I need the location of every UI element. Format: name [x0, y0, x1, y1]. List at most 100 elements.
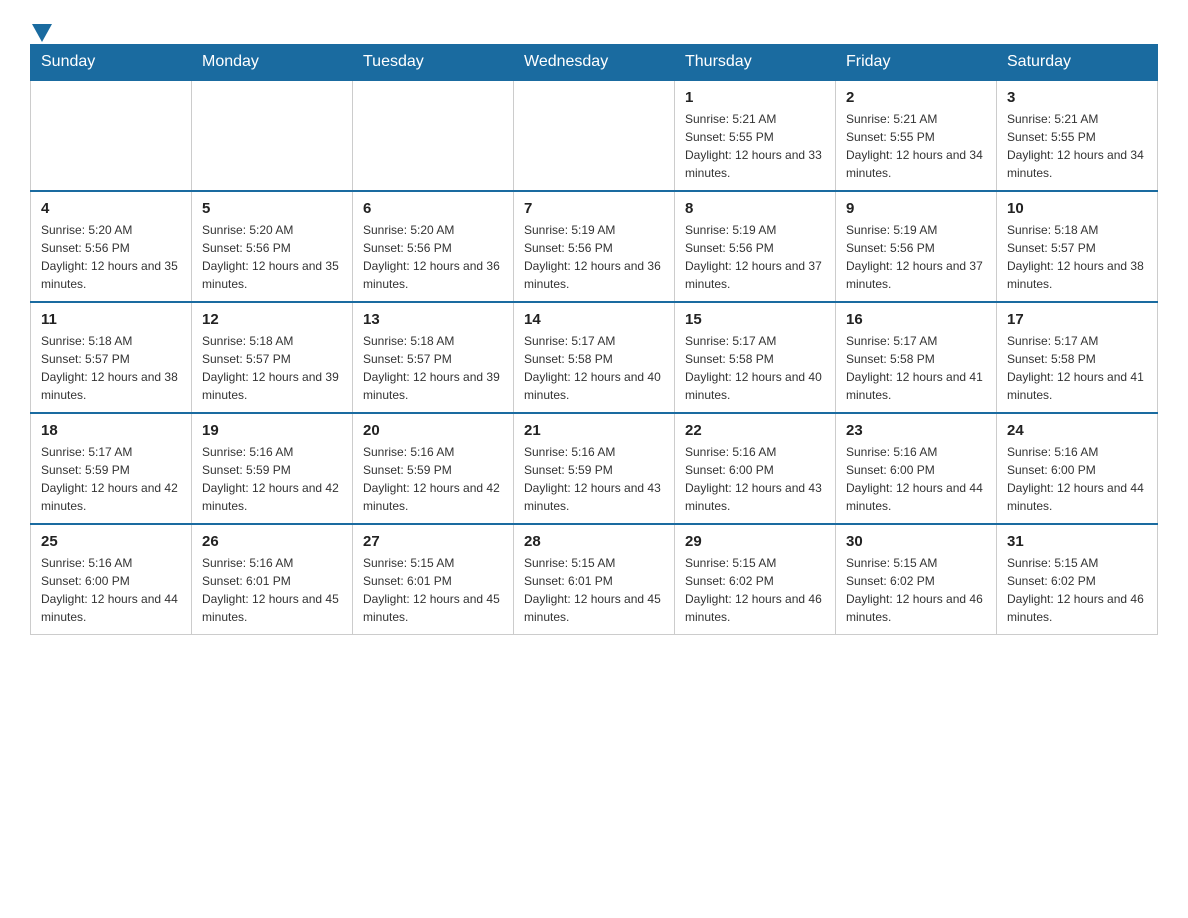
table-row: 21 Sunrise: 5:16 AMSunset: 5:59 PMDayligh… — [514, 413, 675, 524]
day-number: 7 — [524, 200, 664, 217]
day-info: Sunrise: 5:19 AMSunset: 5:56 PMDaylight:… — [685, 221, 825, 293]
day-number: 9 — [846, 200, 986, 217]
table-row: 25 Sunrise: 5:16 AMSunset: 6:00 PMDayligh… — [31, 524, 192, 635]
col-tuesday: Tuesday — [353, 45, 514, 81]
day-info: Sunrise: 5:17 AMSunset: 5:58 PMDaylight:… — [846, 332, 986, 404]
table-row: 11 Sunrise: 5:18 AMSunset: 5:57 PMDayligh… — [31, 302, 192, 413]
day-number: 17 — [1007, 311, 1147, 328]
table-row: 28Sunrise: 5:15 AMSunset: 6:01 PMDayligh… — [514, 524, 675, 635]
day-info: Sunrise: 5:18 AMSunset: 5:57 PMDaylight:… — [41, 332, 181, 404]
table-row — [514, 80, 675, 191]
day-info: Sunrise: 5:18 AMSunset: 5:57 PMDaylight:… — [202, 332, 342, 404]
day-info: Sunrise: 5:16 AMSunset: 5:59 PMDaylight:… — [202, 443, 342, 515]
day-info: Sunrise: 5:16 AMSunset: 5:59 PMDaylight:… — [524, 443, 664, 515]
calendar-week-row: 25 Sunrise: 5:16 AMSunset: 6:00 PMDayligh… — [31, 524, 1158, 635]
logo-triangle-icon — [32, 24, 52, 42]
day-number: 29 — [685, 533, 825, 550]
day-info: Sunrise: 5:15 AMSunset: 6:01 PMDaylight:… — [363, 554, 503, 626]
day-info: Sunrise: 5:17 AMSunset: 5:59 PMDaylight:… — [41, 443, 181, 515]
table-row: 24 Sunrise: 5:16 AMSunset: 6:00 PMDayligh… — [997, 413, 1158, 524]
day-info: Sunrise: 5:15 AMSunset: 6:02 PMDaylight:… — [685, 554, 825, 626]
day-number: 2 — [846, 89, 986, 106]
table-row: 9 Sunrise: 5:19 AMSunset: 5:56 PMDaylight… — [836, 191, 997, 302]
col-saturday: Saturday — [997, 45, 1158, 81]
table-row: 13 Sunrise: 5:18 AMSunset: 5:57 PMDayligh… — [353, 302, 514, 413]
day-number: 11 — [41, 311, 181, 328]
table-row: 6 Sunrise: 5:20 AMSunset: 5:56 PMDaylight… — [353, 191, 514, 302]
table-row: 29 Sunrise: 5:15 AMSunset: 6:02 PMDayligh… — [675, 524, 836, 635]
table-row: 4 Sunrise: 5:20 AMSunset: 5:56 PMDaylight… — [31, 191, 192, 302]
col-friday: Friday — [836, 45, 997, 81]
day-info: Sunrise: 5:16 AMSunset: 5:59 PMDaylight:… — [363, 443, 503, 515]
day-info: Sunrise: 5:17 AMSunset: 5:58 PMDaylight:… — [685, 332, 825, 404]
table-row: 10 Sunrise: 5:18 AMSunset: 5:57 PMDayligh… — [997, 191, 1158, 302]
day-info: Sunrise: 5:16 AMSunset: 6:00 PMDaylight:… — [685, 443, 825, 515]
col-wednesday: Wednesday — [514, 45, 675, 81]
table-row: 17Sunrise: 5:17 AMSunset: 5:58 PMDayligh… — [997, 302, 1158, 413]
day-number: 6 — [363, 200, 503, 217]
logo — [30, 20, 54, 34]
table-row: 3 Sunrise: 5:21 AMSunset: 5:55 PMDaylight… — [997, 80, 1158, 191]
day-info: Sunrise: 5:15 AMSunset: 6:02 PMDaylight:… — [846, 554, 986, 626]
day-number: 16 — [846, 311, 986, 328]
day-number: 30 — [846, 533, 986, 550]
calendar-week-row: 1 Sunrise: 5:21 AMSunset: 5:55 PMDaylight… — [31, 80, 1158, 191]
calendar-week-row: 4 Sunrise: 5:20 AMSunset: 5:56 PMDaylight… — [31, 191, 1158, 302]
calendar-table: Sunday Monday Tuesday Wednesday Thursday… — [30, 44, 1158, 635]
day-info: Sunrise: 5:21 AMSunset: 5:55 PMDaylight:… — [685, 110, 825, 182]
day-info: Sunrise: 5:20 AMSunset: 5:56 PMDaylight:… — [41, 221, 181, 293]
table-row: 23Sunrise: 5:16 AMSunset: 6:00 PMDayligh… — [836, 413, 997, 524]
col-sunday: Sunday — [31, 45, 192, 81]
table-row: 30 Sunrise: 5:15 AMSunset: 6:02 PMDayligh… — [836, 524, 997, 635]
day-number: 1 — [685, 89, 825, 106]
table-row: 15 Sunrise: 5:17 AMSunset: 5:58 PMDayligh… — [675, 302, 836, 413]
day-info: Sunrise: 5:18 AMSunset: 5:57 PMDaylight:… — [363, 332, 503, 404]
day-info: Sunrise: 5:16 AMSunset: 6:01 PMDaylight:… — [202, 554, 342, 626]
day-number: 27 — [363, 533, 503, 550]
day-number: 24 — [1007, 422, 1147, 439]
day-info: Sunrise: 5:16 AMSunset: 6:00 PMDaylight:… — [1007, 443, 1147, 515]
day-number: 19 — [202, 422, 342, 439]
day-number: 22 — [685, 422, 825, 439]
col-monday: Monday — [192, 45, 353, 81]
table-row: 16 Sunrise: 5:17 AMSunset: 5:58 PMDayligh… — [836, 302, 997, 413]
day-number: 15 — [685, 311, 825, 328]
table-row: 1 Sunrise: 5:21 AMSunset: 5:55 PMDaylight… — [675, 80, 836, 191]
day-info: Sunrise: 5:19 AMSunset: 5:56 PMDaylight:… — [846, 221, 986, 293]
day-number: 18 — [41, 422, 181, 439]
day-info: Sunrise: 5:20 AMSunset: 5:56 PMDaylight:… — [363, 221, 503, 293]
table-row: 19 Sunrise: 5:16 AMSunset: 5:59 PMDayligh… — [192, 413, 353, 524]
table-row: 7Sunrise: 5:19 AMSunset: 5:56 PMDaylight… — [514, 191, 675, 302]
table-row: 8Sunrise: 5:19 AMSunset: 5:56 PMDaylight… — [675, 191, 836, 302]
day-number: 25 — [41, 533, 181, 550]
table-row: 14Sunrise: 5:17 AMSunset: 5:58 PMDayligh… — [514, 302, 675, 413]
day-number: 10 — [1007, 200, 1147, 217]
day-number: 3 — [1007, 89, 1147, 106]
day-info: Sunrise: 5:16 AMSunset: 6:00 PMDaylight:… — [41, 554, 181, 626]
day-info: Sunrise: 5:15 AMSunset: 6:01 PMDaylight:… — [524, 554, 664, 626]
day-number: 13 — [363, 311, 503, 328]
day-info: Sunrise: 5:20 AMSunset: 5:56 PMDaylight:… — [202, 221, 342, 293]
table-row — [192, 80, 353, 191]
day-number: 4 — [41, 200, 181, 217]
day-number: 12 — [202, 311, 342, 328]
table-row: 26 Sunrise: 5:16 AMSunset: 6:01 PMDayligh… — [192, 524, 353, 635]
table-row: 22 Sunrise: 5:16 AMSunset: 6:00 PMDayligh… — [675, 413, 836, 524]
day-number: 14 — [524, 311, 664, 328]
day-number: 26 — [202, 533, 342, 550]
day-info: Sunrise: 5:21 AMSunset: 5:55 PMDaylight:… — [1007, 110, 1147, 182]
day-number: 23 — [846, 422, 986, 439]
calendar-week-row: 11 Sunrise: 5:18 AMSunset: 5:57 PMDayligh… — [31, 302, 1158, 413]
day-number: 5 — [202, 200, 342, 217]
col-thursday: Thursday — [675, 45, 836, 81]
table-row: 31Sunrise: 5:15 AMSunset: 6:02 PMDayligh… — [997, 524, 1158, 635]
calendar-week-row: 18 Sunrise: 5:17 AMSunset: 5:59 PMDayligh… — [31, 413, 1158, 524]
calendar-header-row: Sunday Monday Tuesday Wednesday Thursday… — [31, 45, 1158, 81]
table-row: 20Sunrise: 5:16 AMSunset: 5:59 PMDayligh… — [353, 413, 514, 524]
table-row — [353, 80, 514, 191]
day-info: Sunrise: 5:18 AMSunset: 5:57 PMDaylight:… — [1007, 221, 1147, 293]
table-row: 5 Sunrise: 5:20 AMSunset: 5:56 PMDaylight… — [192, 191, 353, 302]
table-row: 27 Sunrise: 5:15 AMSunset: 6:01 PMDayligh… — [353, 524, 514, 635]
table-row: 12 Sunrise: 5:18 AMSunset: 5:57 PMDayligh… — [192, 302, 353, 413]
day-number: 21 — [524, 422, 664, 439]
